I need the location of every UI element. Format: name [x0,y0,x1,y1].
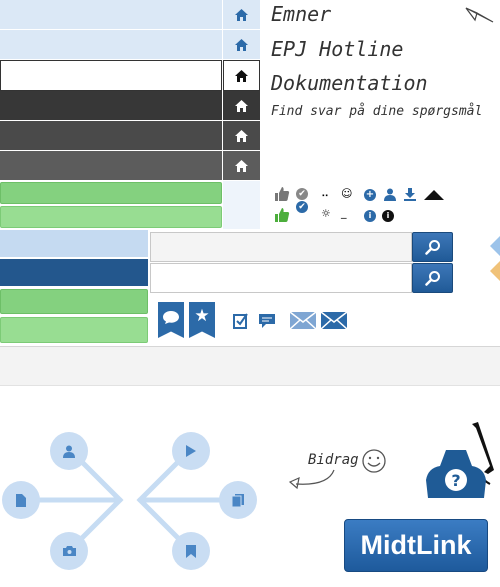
thumbs-up-green-icon[interactable] [274,207,290,223]
bookmark-icon [186,544,196,558]
neutral-face-icon: ⠤ [321,187,330,200]
bar-navy [0,259,148,286]
bookmark-node[interactable] [172,532,210,570]
bar-green-1 [0,182,222,204]
files-node[interactable] [219,481,257,519]
camera-icon [62,546,76,556]
arrow-left-orange-icon[interactable] [490,261,500,281]
bar-light-3 [0,230,148,257]
bar-green-3 [0,289,148,314]
check-gray-icon: ✔ [296,188,308,200]
bar-dark-3 [0,151,222,180]
svg-text:?: ? [451,471,460,490]
paper-plane-icon[interactable] [465,4,495,24]
checked-doc-icon[interactable] [233,312,248,329]
search-button-1[interactable] [412,232,453,262]
home-button-4[interactable] [223,91,260,120]
download-icon[interactable] [404,188,416,201]
search-icon [424,240,440,255]
arrow-left-blue-icon[interactable] [490,236,500,256]
logo-text: MidtLink [360,530,472,560]
nav-item-epj-hotline[interactable]: EPJ Hotline [271,37,403,61]
search-button-2[interactable] [412,263,453,293]
camera-node[interactable] [50,532,88,570]
info-blue-icon[interactable]: i [364,210,376,222]
bar-dark-2 [0,121,222,150]
envelope-icon[interactable] [321,312,347,329]
play-node[interactable] [172,432,210,470]
files-icon [232,493,244,507]
nav-item-emner[interactable]: Emner [271,2,331,26]
sun-face-icon: ☼ [321,207,331,220]
user-icon[interactable] [384,188,396,201]
search-input-2[interactable] [150,263,412,293]
home-icon [235,69,248,82]
bar-green-2 [0,206,222,228]
bar-white-outlined [0,60,222,91]
star-icon: ★ [194,306,210,326]
star-button[interactable]: ★ [189,302,215,338]
home-icon [235,159,248,172]
home-button-5[interactable] [223,121,260,150]
midtlink-logo[interactable]: MidtLink [344,519,488,572]
home-button-1[interactable] [223,0,260,29]
comment-icon[interactable] [258,313,276,329]
home-icon [235,8,248,21]
document-node[interactable] [2,481,40,519]
bar-green-4 [0,317,148,343]
check-blue-icon: ✔ [296,201,308,213]
thumbs-up-icon[interactable] [274,186,290,202]
home-icon [235,129,248,142]
bar-light-2 [0,30,222,59]
home-button-2[interactable] [223,30,260,59]
info-black-icon[interactable]: i [382,210,394,222]
home-icon [235,38,248,51]
gray-band [0,346,500,386]
dash-icon: _ [341,206,347,219]
contribution-label[interactable]: Bidrag [308,452,359,468]
home-icon [235,99,248,112]
home-button-6[interactable] [223,151,260,180]
nav-item-dokumentation[interactable]: Dokumentation [271,71,428,95]
column-filler [223,181,260,229]
bar-light-1 [0,0,222,29]
search-input-1[interactable] [150,232,412,262]
search-icon [424,271,440,286]
smiley-icon [362,449,386,473]
phone-icon[interactable]: ? [418,420,496,504]
document-icon [16,493,26,507]
user-icon [63,445,75,458]
tagline: Find svar på dine spørgsmål [271,104,483,119]
add-circle-icon[interactable]: + [364,189,376,201]
home-button-3[interactable] [223,60,260,91]
triangle-up-icon[interactable] [424,190,444,200]
smile-face-icon: ☺ [341,187,353,200]
speech-bubble-icon [163,311,179,324]
user-node[interactable] [50,432,88,470]
envelope-light-icon[interactable] [290,312,316,329]
play-icon [186,445,196,457]
curved-arrow-icon [288,469,335,490]
bar-dark-1 [0,91,222,120]
speech-bubble-button[interactable] [158,302,184,338]
